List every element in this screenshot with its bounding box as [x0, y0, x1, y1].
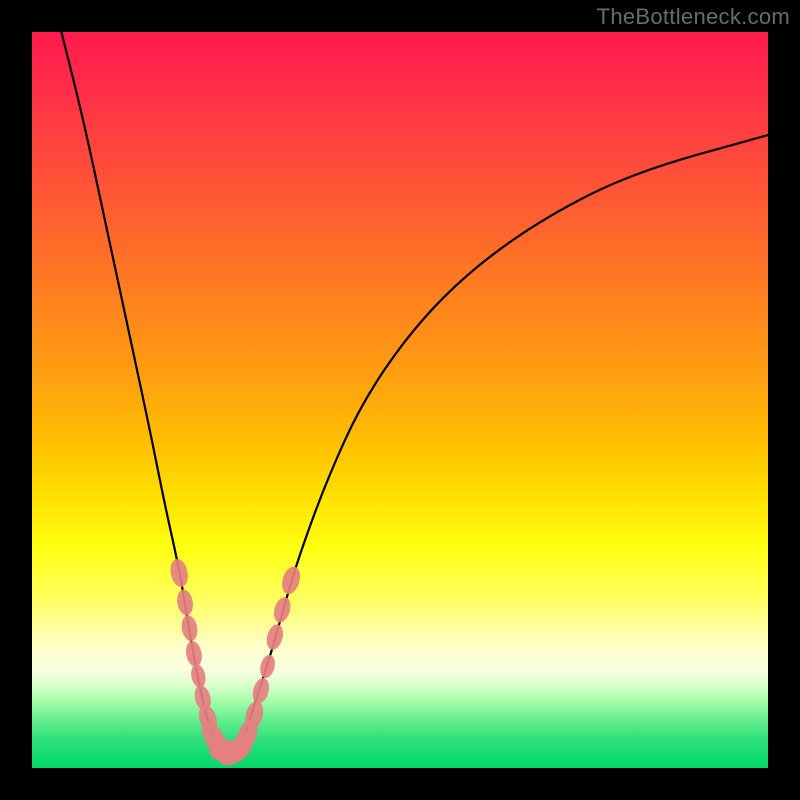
- marker-pip: [175, 588, 195, 616]
- marker-pip: [189, 663, 207, 689]
- curve-layer: [61, 32, 768, 753]
- marker-pip: [279, 564, 303, 596]
- curve-right-branch: [231, 135, 768, 753]
- watermark-text: TheBottleneck.com: [597, 4, 790, 30]
- marker-pip: [258, 653, 277, 679]
- marker-pip: [180, 614, 200, 642]
- marker-pip: [168, 557, 190, 588]
- curve-left-branch: [61, 32, 230, 753]
- marker-pip: [184, 640, 204, 668]
- plot-area: [32, 32, 768, 768]
- marker-pip: [271, 595, 293, 624]
- chart-svg: [32, 32, 768, 768]
- marker-layer: [168, 557, 303, 771]
- marker-pip: [264, 622, 286, 651]
- stage: TheBottleneck.com: [0, 0, 800, 800]
- marker-pip: [250, 676, 272, 705]
